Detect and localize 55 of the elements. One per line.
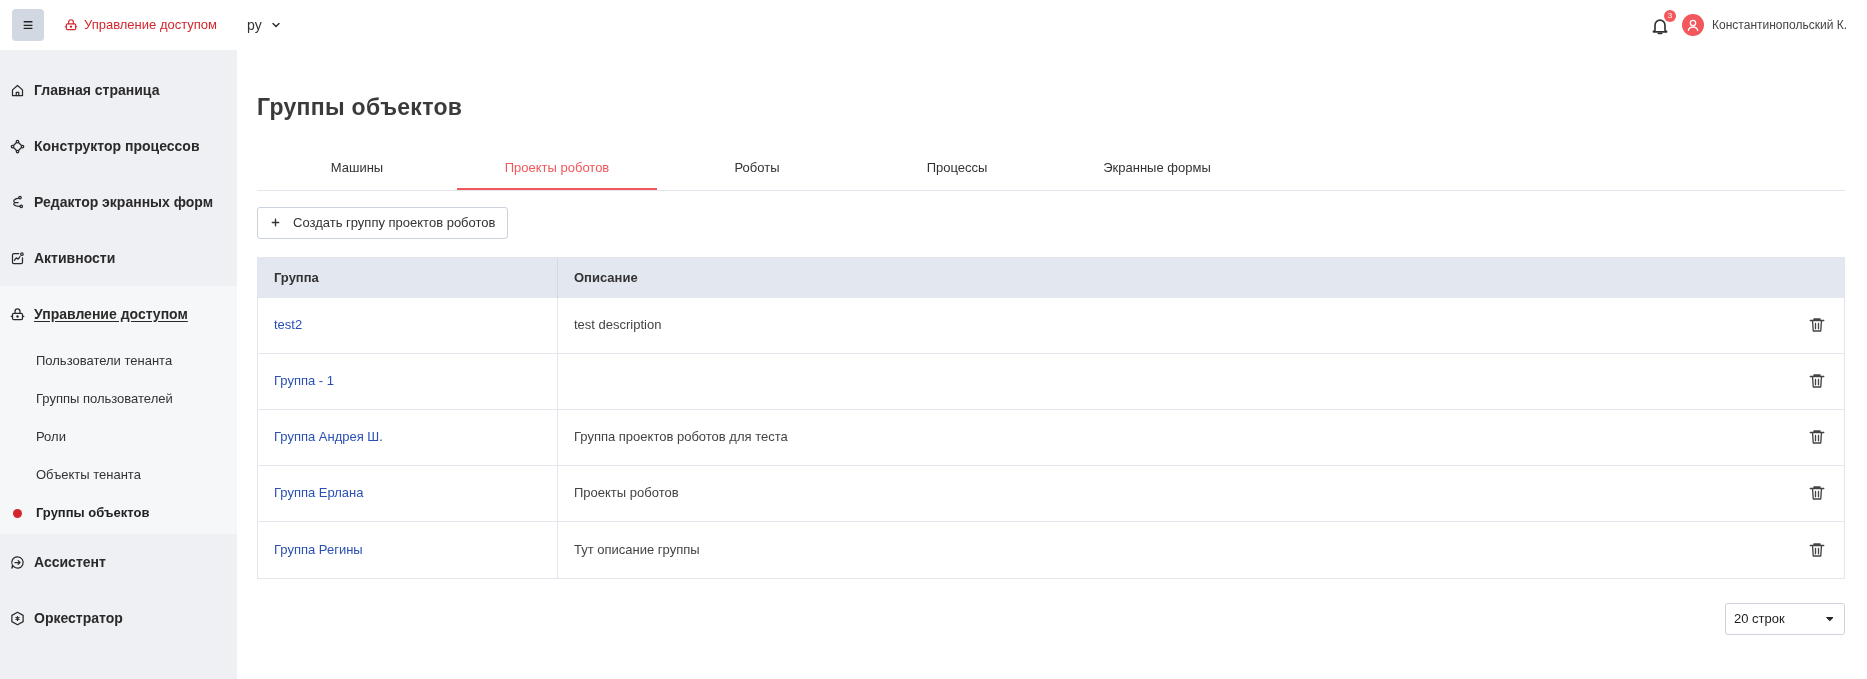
sidebar-item[interactable]: Конструктор процессов <box>0 118 237 174</box>
user-name[interactable]: Константинопольский К. <box>1712 16 1847 34</box>
group-link[interactable]: Группа Андрея Ш. <box>274 427 383 447</box>
trash-icon <box>1808 484 1826 502</box>
trash-icon <box>1808 428 1826 446</box>
delete-button[interactable] <box>1808 316 1826 334</box>
group-link[interactable]: Группа Ерлана <box>274 483 364 503</box>
table-cell-text: test description <box>574 316 662 335</box>
lock-icon <box>64 18 78 32</box>
delete-button[interactable] <box>1808 428 1826 446</box>
notification-badge: 3 <box>1664 10 1677 22</box>
column-header: Описание <box>573 268 639 287</box>
create-group-button[interactable]: Создать группу проектов роботов <box>257 206 509 239</box>
group-link[interactable]: Группа - 1 <box>274 371 334 391</box>
sidebar-item-icon <box>10 194 25 210</box>
sidebar-item[interactable]: Редактор экранных форм <box>0 174 237 230</box>
tab[interactable]: Процессы <box>857 148 1057 190</box>
delete-button[interactable] <box>1808 540 1826 559</box>
sidebar-item-icon <box>10 610 25 626</box>
tab[interactable]: Роботы <box>657 148 857 190</box>
trash-icon <box>1808 540 1826 559</box>
sidebar-item-icon <box>10 250 25 266</box>
delete-button[interactable] <box>1808 372 1826 390</box>
column-header: Группа <box>258 257 558 298</box>
tab[interactable]: Экранные формы <box>1057 148 1257 190</box>
delete-button[interactable] <box>1808 484 1826 502</box>
sidebar-item-icon <box>10 138 25 154</box>
group-link[interactable]: test2 <box>274 315 303 335</box>
sidebar-item[interactable]: Главная страница <box>0 62 237 118</box>
group-link[interactable]: Группа Регины <box>274 539 363 560</box>
sidebar-subitem[interactable]: Объекты тенанта <box>0 456 237 494</box>
page-title: Группы объектов <box>257 93 464 122</box>
sidebar-item-icon <box>10 306 25 322</box>
sidebar-subitem[interactable]: Роли <box>0 418 237 456</box>
sidebar-item-icon <box>10 82 25 98</box>
table-cell-text: Группа проектов роботов для теста <box>574 428 788 447</box>
sidebar-subitem[interactable]: Пользователи тенанта <box>0 342 237 380</box>
sidebar-item[interactable]: Управление доступом <box>0 286 237 342</box>
rows-per-page-dropdown[interactable]: 20 строк <box>1725 602 1845 635</box>
table-cell-text: Тут описание группы <box>574 540 700 559</box>
trash-icon <box>1808 372 1826 390</box>
menu-button[interactable]: ≡ <box>12 9 44 41</box>
user-avatar[interactable] <box>1682 14 1705 36</box>
sidebar-subitem[interactable]: Группы объектов <box>0 494 237 532</box>
sidebar-item-icon <box>10 554 25 570</box>
sidebar-subitem[interactable]: Группы пользователей <box>0 380 237 418</box>
sidebar-item[interactable]: Ассистент <box>0 534 237 590</box>
plus-icon <box>270 217 281 228</box>
sidebar-item[interactable]: Активности <box>0 230 237 286</box>
language-dropdown[interactable]: ру <box>247 14 282 36</box>
table-cell-text: Проекты роботов <box>574 484 679 503</box>
trash-icon <box>1808 316 1826 334</box>
section-title: Управление доступом <box>84 16 217 35</box>
tab[interactable]: Машины <box>257 148 457 190</box>
sidebar-item[interactable]: Оркестратор <box>0 590 237 646</box>
